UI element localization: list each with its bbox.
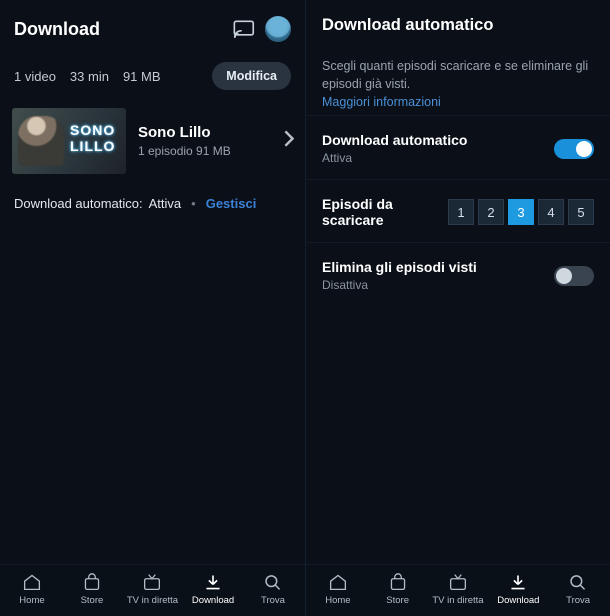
setting-delete-watched: Elimina gli episodi visti Disattiva bbox=[306, 242, 610, 306]
episode-option-1[interactable]: 1 bbox=[448, 199, 474, 225]
auto-download-sub: Attiva bbox=[322, 151, 544, 165]
show-meta: 1 episodio 91 MB bbox=[138, 144, 271, 158]
more-info-link[interactable]: Maggiori informazioni bbox=[306, 95, 610, 115]
auto-dl-label: Download automatico: bbox=[14, 196, 143, 211]
episode-count-title: Episodi da scaricare bbox=[322, 196, 438, 228]
auto-download-title: Download automatico bbox=[322, 132, 544, 148]
stat-duration: 33 min bbox=[70, 69, 109, 84]
edit-button[interactable]: Modifica bbox=[212, 62, 291, 90]
show-info: Sono Lillo 1 episodio 91 MB bbox=[138, 124, 271, 158]
auto-download-status: Download automatico: Attiva • Gestisci bbox=[0, 186, 305, 221]
cast-icon[interactable] bbox=[233, 20, 255, 38]
home-icon bbox=[22, 573, 42, 591]
show-thumbnail: SONO LILLO bbox=[12, 108, 126, 174]
episode-count-picker: 1 2 3 4 5 bbox=[448, 199, 594, 225]
search-icon bbox=[263, 573, 283, 591]
settings-title: Download automatico bbox=[306, 0, 610, 43]
episode-option-2[interactable]: 2 bbox=[478, 199, 504, 225]
episode-option-5[interactable]: 5 bbox=[568, 199, 594, 225]
delete-watched-title: Elimina gli episodi visti bbox=[322, 259, 544, 275]
show-row[interactable]: SONO LILLO Sono Lillo 1 episodio 91 MB bbox=[0, 102, 305, 186]
home-icon bbox=[328, 573, 348, 591]
stat-size: 91 MB bbox=[123, 69, 161, 84]
setting-episode-count: Episodi da scaricare 1 2 3 4 5 bbox=[306, 179, 610, 242]
download-icon bbox=[508, 573, 528, 591]
page-title: Download bbox=[14, 19, 223, 40]
header: Download bbox=[0, 0, 305, 52]
stat-videos: 1 video bbox=[14, 69, 56, 84]
settings-description: Scegli quanti episodi scaricare e se eli… bbox=[306, 43, 610, 95]
nav-home[interactable]: Home bbox=[7, 573, 57, 606]
nav-store[interactable]: Store bbox=[67, 573, 117, 606]
nav-store[interactable]: Store bbox=[373, 573, 423, 606]
auto-dl-value: Attiva bbox=[149, 196, 182, 211]
show-title: Sono Lillo bbox=[138, 124, 271, 141]
nav-download[interactable]: Download bbox=[188, 573, 238, 606]
manage-link[interactable]: Gestisci bbox=[206, 196, 257, 211]
delete-watched-toggle[interactable] bbox=[554, 266, 594, 286]
chevron-right-icon bbox=[283, 129, 295, 153]
tv-icon bbox=[142, 573, 162, 591]
downloads-pane: Download 1 video 33 min 91 MB Modifica S… bbox=[0, 0, 305, 616]
profile-avatar[interactable] bbox=[265, 16, 291, 42]
stats-row: 1 video 33 min 91 MB Modifica bbox=[0, 52, 305, 102]
download-icon bbox=[203, 573, 223, 591]
separator-dot: • bbox=[187, 196, 200, 211]
episode-option-3[interactable]: 3 bbox=[508, 199, 534, 225]
nav-live-tv[interactable]: TV in diretta bbox=[127, 573, 178, 606]
bottom-nav: Home Store TV in diretta Download Trova bbox=[0, 564, 305, 616]
nav-download[interactable]: Download bbox=[493, 573, 543, 606]
bottom-nav-right: Home Store TV in diretta Download Trova bbox=[306, 564, 610, 616]
nav-find[interactable]: Trova bbox=[248, 573, 298, 606]
store-icon bbox=[82, 573, 102, 591]
auto-download-toggle[interactable] bbox=[554, 139, 594, 159]
store-icon bbox=[388, 573, 408, 591]
nav-home[interactable]: Home bbox=[313, 573, 363, 606]
tv-icon bbox=[448, 573, 468, 591]
delete-watched-sub: Disattiva bbox=[322, 278, 544, 292]
nav-find[interactable]: Trova bbox=[553, 573, 603, 606]
episode-option-4[interactable]: 4 bbox=[538, 199, 564, 225]
nav-live-tv[interactable]: TV in diretta bbox=[432, 573, 483, 606]
auto-download-settings-pane: Download automatico Scegli quanti episod… bbox=[305, 0, 610, 616]
setting-auto-download: Download automatico Attiva bbox=[306, 115, 610, 179]
search-icon bbox=[568, 573, 588, 591]
